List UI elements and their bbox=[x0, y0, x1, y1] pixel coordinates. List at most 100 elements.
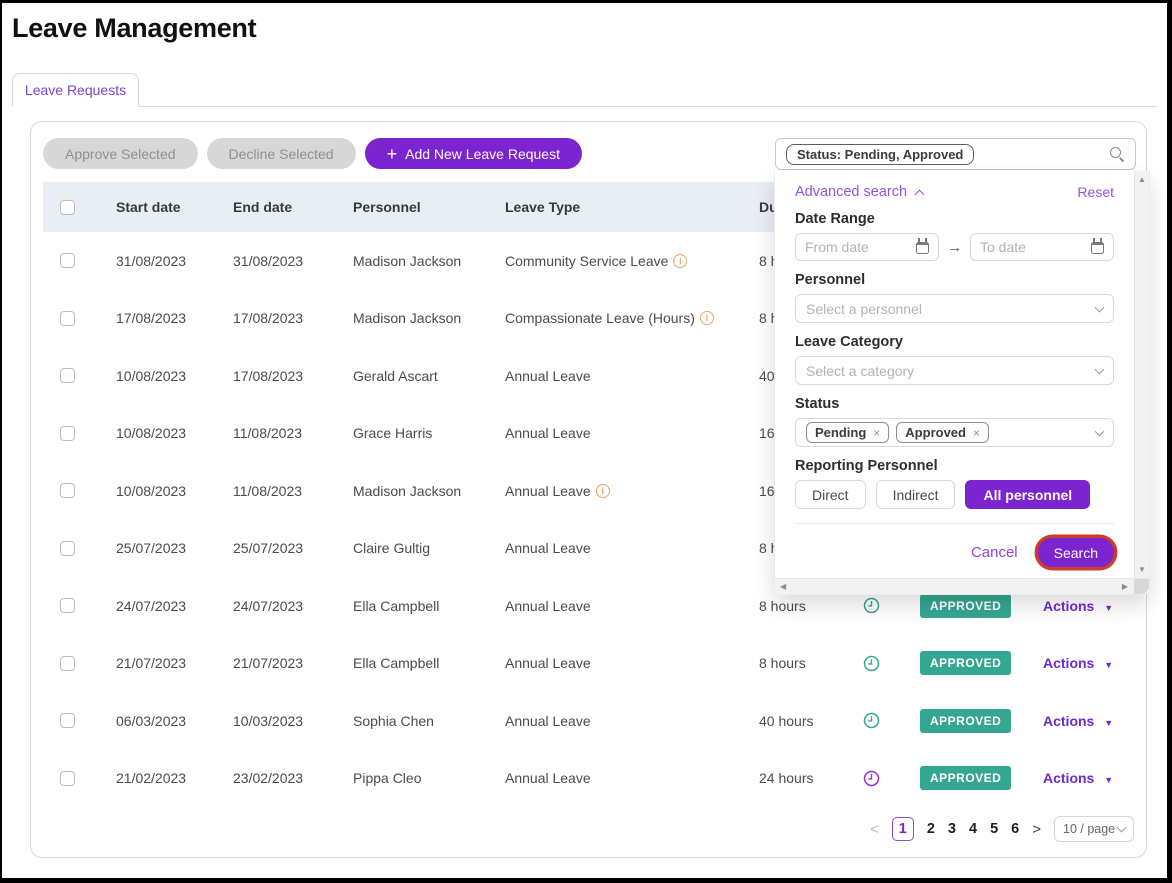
personnel-cell: Grace Harris bbox=[353, 425, 505, 441]
toolbar: Approve Selected Decline Selected + Add … bbox=[43, 138, 582, 169]
row-checkbox[interactable] bbox=[60, 713, 75, 728]
row-checkbox[interactable] bbox=[60, 483, 75, 498]
search-input[interactable]: Status: Pending, Approved bbox=[775, 138, 1136, 170]
row-actions-button[interactable]: Actions ▼ bbox=[1043, 598, 1113, 614]
scroll-right-icon[interactable]: ▶ bbox=[1122, 582, 1128, 591]
leave-type-cell: Annual Leave bbox=[505, 655, 759, 671]
status-multiselect[interactable]: Pending × Approved × bbox=[795, 418, 1114, 447]
approve-selected-button[interactable]: Approve Selected bbox=[43, 138, 198, 169]
leave-category-select[interactable]: Select a category bbox=[795, 356, 1114, 385]
start-date-cell: 21/02/2023 bbox=[116, 770, 233, 786]
info-icon[interactable]: i bbox=[700, 311, 714, 325]
horizontal-scrollbar[interactable]: ◀ ▶ bbox=[775, 578, 1149, 594]
tab-leave-requests-label: Leave Requests bbox=[25, 82, 126, 98]
status-badge: APPROVED bbox=[920, 651, 1011, 675]
column-leave-type: Leave Type bbox=[505, 199, 759, 215]
decline-selected-button[interactable]: Decline Selected bbox=[207, 138, 356, 169]
end-date-cell: 10/03/2023 bbox=[233, 713, 353, 729]
duration-text: 8 hours bbox=[759, 655, 806, 671]
personnel-cell: Madison Jackson bbox=[353, 483, 505, 499]
personnel-cell: Ella Campbell bbox=[353, 655, 505, 671]
leave-type-cell: Annual Leave bbox=[505, 368, 759, 384]
calendar-icon[interactable] bbox=[916, 242, 929, 254]
pagination-page-6[interactable]: 6 bbox=[1011, 821, 1019, 837]
pagination-page-5[interactable]: 5 bbox=[990, 821, 998, 837]
start-date-cell: 25/07/2023 bbox=[116, 540, 233, 556]
info-icon[interactable]: i bbox=[596, 484, 610, 498]
scroll-left-icon[interactable]: ◀ bbox=[780, 582, 786, 591]
scroll-down-icon[interactable]: ▼ bbox=[1135, 565, 1149, 574]
info-icon[interactable]: i bbox=[673, 254, 687, 268]
row-checkbox[interactable] bbox=[60, 598, 75, 613]
leave-type-cell: Annual Leavei bbox=[505, 483, 759, 499]
leave-type-text: Annual Leave bbox=[505, 770, 591, 786]
row-actions-button[interactable]: Actions ▼ bbox=[1043, 655, 1113, 671]
status-cell: APPROVED bbox=[920, 594, 1043, 618]
add-leave-request-button[interactable]: + Add New Leave Request bbox=[365, 138, 582, 169]
advanced-search-toggle[interactable]: Advanced search bbox=[795, 184, 923, 200]
leave-category-placeholder: Select a category bbox=[806, 363, 914, 379]
status-label: Status bbox=[795, 396, 1114, 412]
end-date-cell: 25/07/2023 bbox=[233, 540, 353, 556]
end-date-cell: 21/07/2023 bbox=[233, 655, 353, 671]
pagination-prev-button[interactable]: < bbox=[870, 821, 879, 838]
chevron-down-icon bbox=[1095, 426, 1105, 436]
caret-down-icon: ▼ bbox=[1104, 603, 1113, 613]
vertical-scrollbar[interactable]: ▲ ▼ bbox=[1134, 171, 1149, 578]
row-actions-button[interactable]: Actions ▼ bbox=[1043, 713, 1113, 729]
row-checkbox[interactable] bbox=[60, 771, 75, 786]
row-checkbox[interactable] bbox=[60, 253, 75, 268]
row-checkbox[interactable] bbox=[60, 426, 75, 441]
select-all-checkbox[interactable] bbox=[60, 200, 75, 215]
remove-tag-icon[interactable]: × bbox=[873, 426, 880, 440]
status-tag-approved: Approved × bbox=[896, 422, 989, 443]
page-size-select[interactable]: 10 / page bbox=[1054, 816, 1134, 842]
leave-category-label: Leave Category bbox=[795, 334, 1114, 350]
calendar-icon[interactable] bbox=[1091, 242, 1104, 254]
leave-type-text: Annual Leave bbox=[505, 540, 591, 556]
row-checkbox[interactable] bbox=[60, 541, 75, 556]
search-icon[interactable] bbox=[1109, 146, 1125, 162]
personnel-label: Personnel bbox=[795, 272, 1114, 288]
search-filter-tag[interactable]: Status: Pending, Approved bbox=[786, 144, 974, 165]
start-date-cell: 17/08/2023 bbox=[116, 310, 233, 326]
leave-management-screen: Leave Management Leave Requests Approve … bbox=[0, 0, 1172, 883]
duration-cell: 8 hours bbox=[759, 597, 920, 614]
from-date-input[interactable]: From date bbox=[795, 233, 939, 261]
pagination-page-1[interactable]: 1 bbox=[892, 817, 914, 841]
start-date-cell: 10/08/2023 bbox=[116, 483, 233, 499]
tab-leave-requests[interactable]: Leave Requests bbox=[12, 73, 139, 107]
row-checkbox[interactable] bbox=[60, 656, 75, 671]
pagination-page-4[interactable]: 4 bbox=[969, 821, 977, 837]
personnel-select[interactable]: Select a personnel bbox=[795, 294, 1114, 323]
chevron-down-icon bbox=[1095, 364, 1105, 374]
leave-type-text: Annual Leave bbox=[505, 425, 591, 441]
leave-type-text: Compassionate Leave (Hours) bbox=[505, 310, 695, 326]
scrollbar-corner bbox=[1134, 579, 1149, 594]
reporting-direct-button[interactable]: Direct bbox=[795, 480, 866, 509]
row-actions-button[interactable]: Actions ▼ bbox=[1043, 770, 1113, 786]
scroll-up-icon[interactable]: ▲ bbox=[1135, 175, 1149, 184]
personnel-cell: Ella Campbell bbox=[353, 598, 505, 614]
reporting-all-personnel-button[interactable]: All personnel bbox=[965, 480, 1090, 509]
chevron-down-icon bbox=[1095, 302, 1105, 312]
leave-type-cell: Annual Leave bbox=[505, 540, 759, 556]
reporting-indirect-button[interactable]: Indirect bbox=[876, 480, 956, 509]
pagination-page-2[interactable]: 2 bbox=[927, 821, 935, 837]
duration-cell: 8 hours bbox=[759, 655, 920, 672]
row-checkbox[interactable] bbox=[60, 368, 75, 383]
date-range-label: Date Range bbox=[795, 211, 1114, 227]
reset-link[interactable]: Reset bbox=[1077, 184, 1114, 200]
row-checkbox[interactable] bbox=[60, 311, 75, 326]
to-date-input[interactable]: To date bbox=[970, 233, 1114, 261]
status-cell: APPROVED bbox=[920, 651, 1043, 675]
personnel-cell: Sophia Chen bbox=[353, 713, 505, 729]
pagination-next-button[interactable]: > bbox=[1032, 821, 1041, 838]
column-start-date: Start date bbox=[116, 199, 233, 215]
table-row: 21/07/202321/07/2023Ella CampbellAnnual … bbox=[43, 635, 1136, 693]
advanced-search-submit-button[interactable]: Search bbox=[1038, 538, 1114, 567]
cancel-button[interactable]: Cancel bbox=[971, 544, 1018, 561]
pagination-page-3[interactable]: 3 bbox=[948, 821, 956, 837]
remove-tag-icon[interactable]: × bbox=[973, 426, 980, 440]
tab-bar-divider bbox=[12, 106, 1157, 107]
